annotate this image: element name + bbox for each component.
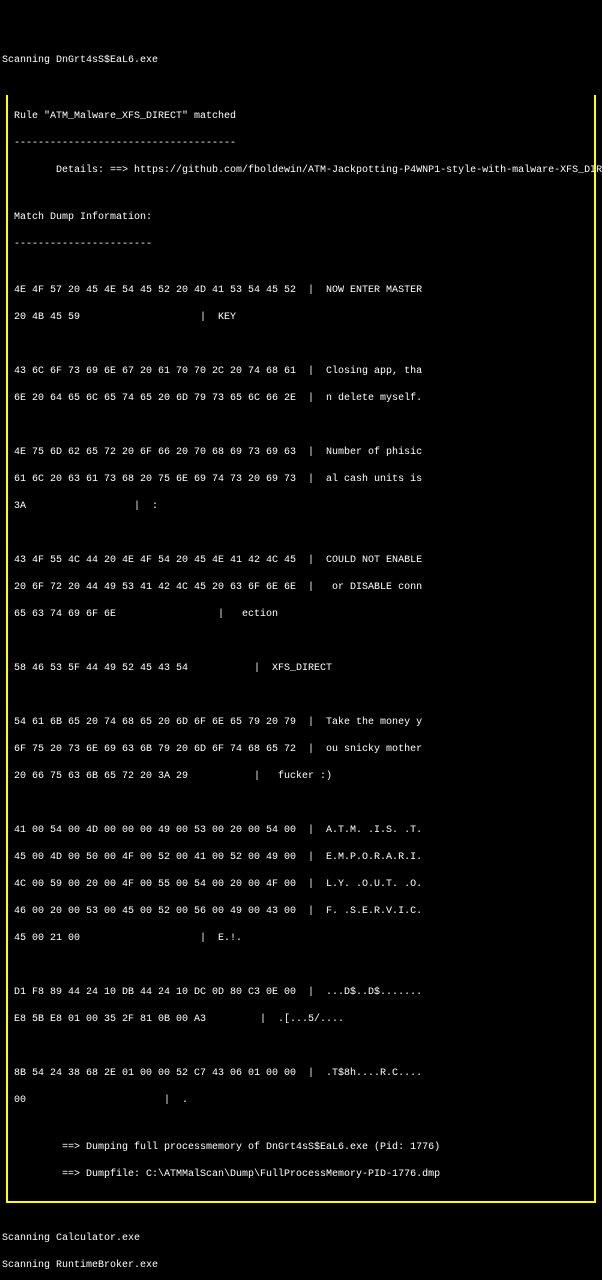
hex-line: 41 00 54 00 4D 00 00 00 49 00 53 00 20 0… (14, 824, 588, 838)
dump-line: ==> Dumping full processmemory of DnGrt4… (14, 1141, 588, 1155)
hex-line: 45 00 21 00 | E.!. (14, 932, 588, 946)
hex-line: 3A | : (14, 500, 588, 514)
hex-line: 4E 75 6D 62 65 72 20 6F 66 20 70 68 69 7… (14, 446, 588, 460)
rule-header: Rule "ATM_Malware_XFS_DIRECT" matched (14, 110, 588, 124)
scanning-line-top: Scanning DnGrt4sS$EaL6.exe (0, 54, 602, 68)
hex-line: 20 4B 45 59 | KEY (14, 311, 588, 325)
hex-line: 4E 4F 57 20 45 4E 54 45 52 20 4D 41 53 5… (14, 284, 588, 298)
hex-line (14, 1040, 588, 1054)
hex-line (14, 527, 588, 541)
scanning-runtimebroker: Scanning RuntimeBroker.exe (0, 1259, 602, 1273)
hex-line: E8 5B E8 01 00 35 2F 81 0B 00 A3 | .[...… (14, 1013, 588, 1027)
hex-line: 6F 75 20 73 6E 69 63 6B 79 20 6D 6F 74 6… (14, 743, 588, 757)
match-dashes: ----------------------- (14, 238, 588, 252)
hex-line (14, 959, 588, 973)
hex-line: 43 6C 6F 73 69 6E 67 20 61 70 70 2C 20 7… (14, 365, 588, 379)
hex-line: 6E 20 64 65 6C 65 74 65 20 6D 79 73 65 6… (14, 392, 588, 406)
hex-line (14, 419, 588, 433)
details-line: Details: ==> https://github.com/fboldewi… (14, 164, 588, 178)
hex-line (14, 797, 588, 811)
hex-line: 54 61 6B 65 20 74 68 65 20 6D 6F 6E 65 7… (14, 716, 588, 730)
hex-line: 58 46 53 5F 44 49 52 45 43 54 | XFS_DIRE… (14, 662, 588, 676)
scanning-calculator: Scanning Calculator.exe (0, 1232, 602, 1246)
hex-line: 43 4F 55 4C 44 20 4E 4F 54 20 45 4E 41 4… (14, 554, 588, 568)
hex-line: 46 00 20 00 53 00 45 00 52 00 56 00 49 0… (14, 905, 588, 919)
hex-line: 45 00 4D 00 50 00 4F 00 52 00 41 00 52 0… (14, 851, 588, 865)
hex-line (14, 689, 588, 703)
rule-dashes: ------------------------------------- (14, 137, 588, 151)
hex-line: 65 63 74 69 6F 6E | ection (14, 608, 588, 622)
hex-line: 61 6C 20 63 61 73 68 20 75 6E 69 74 73 2… (14, 473, 588, 487)
hex-line: 20 66 75 63 6B 65 72 20 3A 29 | fucker :… (14, 770, 588, 784)
hex-line: 00 | . (14, 1094, 588, 1108)
hex-line: 8B 54 24 38 68 2E 01 00 00 52 C7 43 06 0… (14, 1067, 588, 1081)
hex-line (14, 635, 588, 649)
hex-line: D1 F8 89 44 24 10 DB 44 24 10 DC 0D 80 C… (14, 986, 588, 1000)
rule-match-box: Rule "ATM_Malware_XFS_DIRECT" matched --… (6, 95, 596, 1203)
match-header: Match Dump Information: (14, 211, 588, 225)
hex-line (14, 338, 588, 352)
dump-line: ==> Dumpfile: C:\ATMMalScan\Dump\FullPro… (14, 1168, 588, 1182)
hex-line: 20 6F 72 20 44 49 53 41 42 4C 45 20 63 6… (14, 581, 588, 595)
hex-line: 4C 00 59 00 20 00 4F 00 55 00 54 00 20 0… (14, 878, 588, 892)
